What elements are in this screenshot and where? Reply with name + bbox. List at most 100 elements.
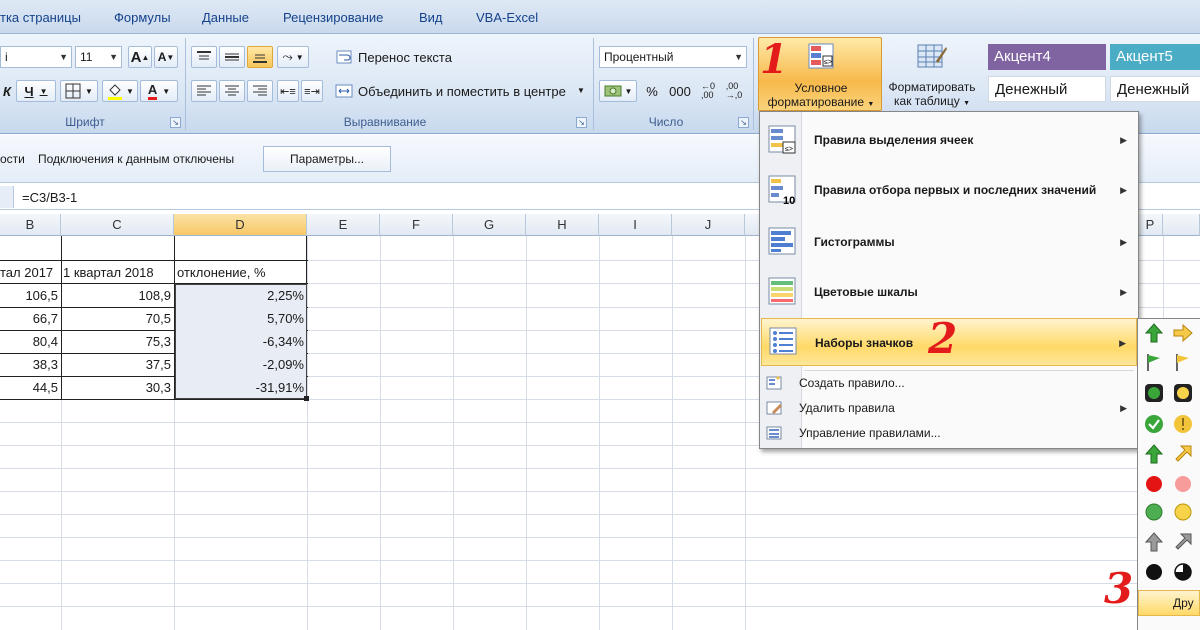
table-cell[interactable]: 80,4	[0, 330, 61, 353]
dialog-launcher-icon[interactable]: ↘	[170, 117, 181, 128]
column-header-k[interactable]	[745, 214, 760, 236]
menu-item-top-bottom-rules[interactable]: 10 Правила отбора первых и последних зна…	[761, 166, 1137, 214]
icon-set-3-arrows-alt[interactable]	[1172, 322, 1194, 344]
icon-set-3-flags[interactable]	[1143, 351, 1165, 373]
align-middle-button[interactable]	[219, 46, 245, 68]
format-as-table-button[interactable]: Форматировать как таблицу ▼	[884, 37, 980, 111]
icon-set-quarters[interactable]	[1143, 561, 1165, 583]
icon-set-red-to-black[interactable]	[1143, 473, 1165, 495]
more-rules-item[interactable]: Дру	[1138, 590, 1200, 616]
header-cell-d2[interactable]: отклонение, %	[177, 261, 307, 284]
percent-button[interactable]: %	[640, 80, 664, 102]
merge-dropdown-icon[interactable]: ▼	[577, 86, 585, 95]
decrease-indent-button[interactable]: ⇤≡	[277, 80, 299, 102]
currency-format-button[interactable]: ▼	[599, 80, 637, 102]
style-accent4[interactable]: Акцент4	[988, 44, 1106, 70]
thousands-separator-button[interactable]: 000	[666, 80, 694, 102]
table-cell[interactable]: 106,5	[0, 284, 61, 307]
column-header-q[interactable]	[1163, 214, 1200, 236]
column-header-b[interactable]: B	[0, 214, 61, 236]
icon-set-traffic-lights[interactable]	[1143, 501, 1165, 523]
style-accent5[interactable]: Акцент5	[1110, 44, 1200, 70]
icon-set-gray-arrows-alt[interactable]	[1172, 531, 1194, 553]
tab-page-layout[interactable]: тка страницы	[0, 10, 81, 25]
menu-item-highlight-cells-rules[interactable]: ≤> Правила выделения ячеек ▶	[761, 116, 1137, 164]
dialog-launcher-icon[interactable]: ↘	[576, 117, 587, 128]
icon-set-symbols-circled[interactable]	[1143, 413, 1165, 435]
icon-set-quarters-alt[interactable]	[1172, 561, 1194, 583]
table-cell[interactable]: 108,9	[61, 284, 174, 307]
tab-formulas[interactable]: Формулы	[114, 10, 171, 25]
number-format-combo[interactable]: Процентный ▼	[599, 46, 747, 68]
table-cell[interactable]: -6,34%	[174, 330, 307, 353]
align-right-button[interactable]	[247, 80, 273, 102]
icon-set-4-arrows[interactable]	[1143, 443, 1165, 465]
column-header-f[interactable]: F	[380, 214, 453, 236]
grow-font-button[interactable]: A ▲	[128, 46, 152, 68]
font-color-button[interactable]: A ▼	[140, 80, 178, 102]
header-cell-b2[interactable]: тал 2017	[0, 261, 61, 284]
dialog-launcher-icon[interactable]: ↘	[738, 117, 749, 128]
tab-view[interactable]: Вид	[419, 10, 443, 25]
orientation-button[interactable]: ⤳ ▼	[277, 46, 309, 68]
merge-center-button[interactable]: Объединить и поместить в центре	[358, 84, 566, 99]
icon-set-gray-arrows[interactable]	[1143, 531, 1165, 553]
icon-set-traffic-lights-rimmed[interactable]	[1143, 382, 1165, 404]
font-name-combo[interactable]: i ▼	[0, 46, 72, 68]
font-size-combo[interactable]: 11 ▼	[75, 46, 122, 68]
options-button[interactable]: Параметры...	[263, 146, 391, 172]
menu-item-new-rule[interactable]: Создать правило...	[761, 371, 1137, 395]
align-bottom-button[interactable]	[247, 46, 273, 68]
table-cell[interactable]: 2,25%	[174, 284, 307, 307]
icon-set-4-arrows-alt[interactable]	[1172, 443, 1194, 465]
increase-decimal-icon[interactable]: ←0,00	[696, 80, 720, 102]
increase-indent-button[interactable]: ≡⇥	[301, 80, 323, 102]
column-header-h[interactable]: H	[526, 214, 599, 236]
icon-set-3-flags-alt[interactable]	[1172, 351, 1194, 373]
table-cell[interactable]: 66,7	[0, 307, 61, 330]
formula-bar-button[interactable]	[0, 186, 14, 208]
column-header-c[interactable]: C	[61, 214, 174, 236]
wrap-text-button[interactable]: Перенос текста	[358, 50, 452, 65]
style-currency-1[interactable]: Денежный	[988, 76, 1106, 102]
column-header-i[interactable]: I	[599, 214, 672, 236]
tab-review[interactable]: Рецензирование	[283, 10, 383, 25]
table-cell[interactable]: 70,5	[61, 307, 174, 330]
italic-button[interactable]: К	[0, 80, 14, 102]
table-cell[interactable]: -31,91%	[174, 376, 307, 399]
table-cell[interactable]: 30,3	[61, 376, 174, 399]
menu-item-color-scales[interactable]: Цветовые шкалы ▶	[761, 268, 1137, 316]
table-cell[interactable]: 5,70%	[174, 307, 307, 330]
align-left-button[interactable]	[191, 80, 217, 102]
menu-item-data-bars[interactable]: Гистограммы ▶	[761, 218, 1137, 266]
shrink-font-button[interactable]: A ▼	[154, 46, 178, 68]
style-currency-2[interactable]: Денежный	[1110, 76, 1200, 102]
borders-button[interactable]: ▼	[60, 80, 98, 102]
column-header-e[interactable]: E	[307, 214, 380, 236]
column-header-p[interactable]: P	[1138, 214, 1163, 236]
fill-color-button[interactable]: ▼	[102, 80, 138, 102]
table-cell[interactable]: 38,3	[0, 353, 61, 376]
menu-item-clear-rules[interactable]: Удалить правила ▶	[761, 396, 1137, 420]
icon-set-3-arrows[interactable]	[1143, 322, 1165, 344]
column-header-j[interactable]: J	[672, 214, 745, 236]
icon-set-symbols-circled-alt[interactable]	[1172, 413, 1194, 435]
icon-set-traffic-lights-rimmed-alt[interactable]	[1172, 382, 1194, 404]
column-header-d[interactable]: D	[174, 214, 307, 236]
underline-button[interactable]: Ч ▼	[16, 80, 56, 102]
menu-item-manage-rules[interactable]: Управление правилами...	[761, 421, 1137, 445]
align-center-button[interactable]	[219, 80, 245, 102]
column-header-g[interactable]: G	[453, 214, 526, 236]
tab-data[interactable]: Данные	[202, 10, 249, 25]
table-cell[interactable]: 37,5	[61, 353, 174, 376]
icon-set-traffic-lights-alt[interactable]	[1172, 501, 1194, 523]
icon-set-red-to-black-alt[interactable]	[1172, 473, 1194, 495]
table-cell[interactable]: 75,3	[61, 330, 174, 353]
align-top-button[interactable]	[191, 46, 217, 68]
header-cell-c2[interactable]: 1 квартал 2018	[63, 261, 174, 284]
table-cell[interactable]: -2,09%	[174, 353, 307, 376]
tab-vba-excel[interactable]: VBA-Excel	[476, 10, 538, 25]
table-cell[interactable]: 44,5	[0, 376, 61, 399]
formula-text[interactable]: =C3/B3-1	[22, 190, 77, 205]
decrease-decimal-icon[interactable]: ,00 →,0	[722, 80, 746, 102]
